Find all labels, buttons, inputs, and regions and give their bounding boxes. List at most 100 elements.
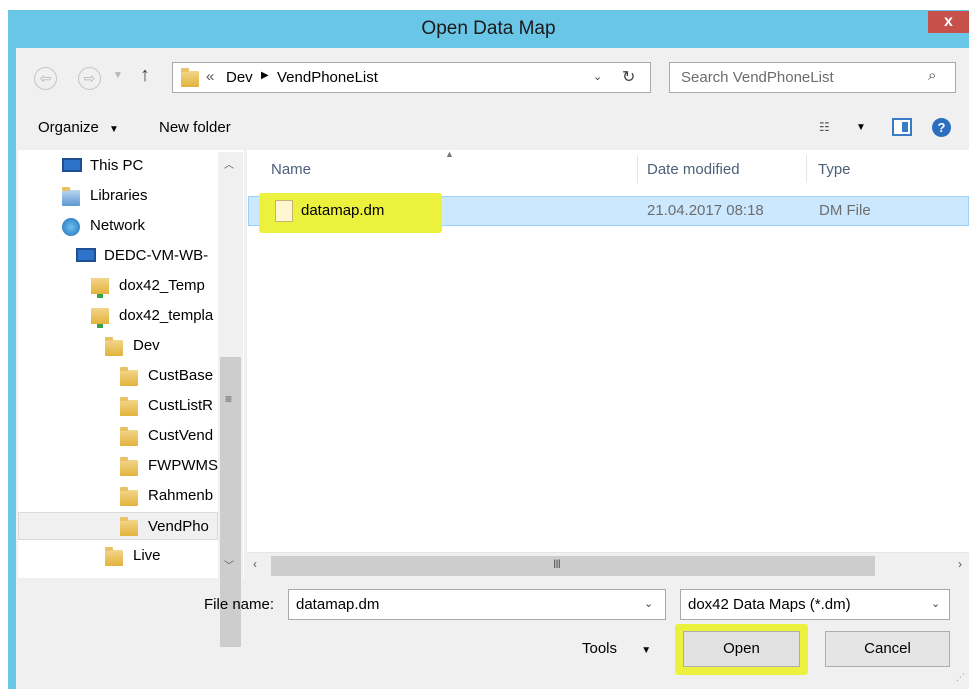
folder-icon — [120, 367, 138, 386]
file-type-dropdown-chevron-icon[interactable]: ⌄ — [931, 597, 940, 610]
column-header-date[interactable]: Date modified — [638, 150, 806, 188]
tree-item-label: Network — [90, 217, 146, 234]
network-folder-icon — [91, 278, 109, 298]
tree-item-fwpwms[interactable]: FWPWMS — [18, 452, 218, 480]
file-name-field[interactable]: datamap.dm ⌄ — [288, 589, 666, 620]
breadcrumb-overflow[interactable]: « — [206, 68, 214, 85]
tree-item-label: Live — [133, 547, 161, 564]
search-box[interactable]: Search VendPhoneList ⌕ — [669, 62, 956, 93]
file-name: datamap.dm — [301, 202, 385, 219]
computer-icon — [76, 248, 96, 262]
recent-locations-chevron-icon[interactable]: ▼ — [113, 70, 123, 81]
back-arrow-icon: ⇦ — [39, 70, 52, 86]
file-name-input[interactable]: datamap.dm — [296, 596, 379, 613]
address-bar[interactable]: « Dev ▶ VendPhoneList ⌄ ↻ — [172, 62, 651, 93]
cancel-button[interactable]: Cancel — [825, 631, 950, 667]
close-icon: x — [944, 13, 953, 30]
folder-icon — [120, 457, 138, 476]
resize-grip-icon[interactable]: ⋰ — [956, 672, 965, 683]
tree-item-dev[interactable]: Dev — [18, 332, 218, 360]
file-name-label: File name: — [204, 596, 275, 613]
tools-chevron-icon: ▼ — [641, 645, 652, 656]
column-header-label: Type — [818, 161, 851, 178]
tree-item-dox42-temp[interactable]: dox42_Temp — [18, 272, 218, 300]
tree-item-label: FWPWMS — [148, 457, 218, 474]
folder-icon — [105, 547, 123, 566]
organize-chevron-icon: ▼ — [109, 124, 119, 135]
network-folder-icon — [91, 308, 109, 328]
tree-item-custbase[interactable]: CustBase — [18, 362, 218, 390]
tree-item-computer[interactable]: DEDC-VM-WB- — [18, 242, 218, 270]
help-icon[interactable]: ? — [932, 118, 951, 137]
search-icon[interactable]: ⌕ — [928, 67, 936, 84]
file-type-filter-value: dox42 Data Maps (*.dm) — [688, 596, 851, 613]
preview-pane-icon[interactable] — [892, 118, 912, 136]
folder-icon — [120, 517, 138, 536]
tree-item-libraries[interactable]: Libraries — [18, 182, 218, 210]
back-button[interactable]: ⇦ — [34, 67, 57, 90]
up-button[interactable]: ↑ — [140, 64, 150, 87]
tree-item-live[interactable]: Live — [18, 542, 218, 570]
tree-item-label: CustListR — [148, 397, 214, 414]
tools-label: Tools — [582, 640, 618, 657]
tree-item-label: DEDC-VM-WB- — [104, 247, 209, 264]
column-header-label: Name — [271, 161, 312, 178]
tree-item-label: CustBase — [148, 367, 214, 384]
breadcrumb-dev[interactable]: Dev — [226, 69, 253, 86]
tree-item-label: CustVend — [148, 427, 214, 444]
tree-item-label: VendPho — [148, 518, 209, 535]
tree-item-custvend[interactable]: CustVend — [18, 422, 218, 450]
tree-item-dox42-templates[interactable]: dox42_templa — [18, 302, 218, 330]
view-options-icon[interactable]: ☷ — [819, 120, 830, 134]
folder-icon — [120, 487, 138, 506]
search-input[interactable]: Search VendPhoneList — [681, 69, 834, 86]
organize-label: Organize — [38, 119, 99, 136]
scroll-up-chevron-icon[interactable]: ︿ — [224, 156, 234, 171]
folder-icon — [120, 427, 138, 446]
column-header-name[interactable]: Name ▲ — [247, 149, 637, 188]
breadcrumb-separator-icon[interactable]: ▶ — [261, 70, 269, 81]
address-dropdown-chevron-icon[interactable]: ⌄ — [593, 70, 602, 83]
tree-item-custlist[interactable]: CustListR — [18, 392, 218, 420]
file-type-filter[interactable]: dox42 Data Maps (*.dm) ⌄ — [680, 589, 950, 620]
network-icon — [62, 218, 80, 236]
file-icon — [275, 200, 293, 222]
scroll-grip-icon: ≡ — [225, 392, 233, 406]
libraries-icon — [62, 187, 80, 206]
organize-button[interactable]: Organize ▼ — [38, 119, 119, 136]
file-name-dropdown-chevron-icon[interactable]: ⌄ — [644, 597, 653, 610]
scroll-down-chevron-icon[interactable]: ﹀ — [224, 557, 234, 572]
new-folder-button[interactable]: New folder — [159, 119, 231, 136]
file-type: DM File — [819, 202, 871, 219]
tree-item-rahmenb[interactable]: Rahmenb — [18, 482, 218, 510]
column-header-type[interactable]: Type — [807, 150, 969, 188]
horizontal-scrollbar[interactable]: ‹ III › — [247, 552, 969, 578]
forward-button[interactable]: ⇨ — [78, 67, 101, 90]
tree-item-label: Dev — [133, 337, 160, 354]
tree-item-vendphonelist[interactable]: VendPho — [18, 512, 218, 540]
scroll-right-chevron-icon[interactable]: › — [958, 557, 962, 571]
navigation-pane: This PC Libraries Network DEDC-VM-WB- do… — [18, 150, 244, 578]
column-header-label: Date modified — [647, 161, 740, 178]
file-date: 21.04.2017 08:18 — [647, 202, 764, 219]
tree-item-label: Rahmenb — [148, 487, 214, 504]
pc-icon — [62, 158, 82, 172]
scrollbar-thumb[interactable] — [271, 556, 875, 576]
file-row[interactable]: datamap.dm 21.04.2017 08:18 DM File — [248, 193, 969, 233]
view-options-chevron-icon[interactable]: ▼ — [856, 122, 866, 133]
dialog-title: Open Data Map — [421, 18, 556, 39]
tree-item-label: Libraries — [90, 187, 148, 204]
refresh-icon[interactable]: ↻ — [622, 67, 635, 87]
tree-item-this-pc[interactable]: This PC — [18, 152, 218, 180]
tree-item-network[interactable]: Network — [18, 212, 218, 240]
navigation-scrollbar[interactable]: ︿ ≡ ﹀ — [218, 152, 243, 647]
column-headers: Name ▲ Date modified Type — [247, 149, 969, 188]
open-button[interactable]: Open — [683, 631, 800, 667]
close-button[interactable]: x — [928, 11, 969, 33]
tools-button[interactable]: Tools ▼ — [582, 640, 651, 657]
breadcrumb-vendphonelist[interactable]: VendPhoneList — [277, 69, 378, 86]
forward-arrow-icon: ⇨ — [83, 70, 96, 86]
scroll-left-chevron-icon[interactable]: ‹ — [253, 557, 257, 571]
tree-item-label: dox42_templa — [119, 307, 214, 324]
tree-item-label: This PC — [90, 157, 144, 174]
